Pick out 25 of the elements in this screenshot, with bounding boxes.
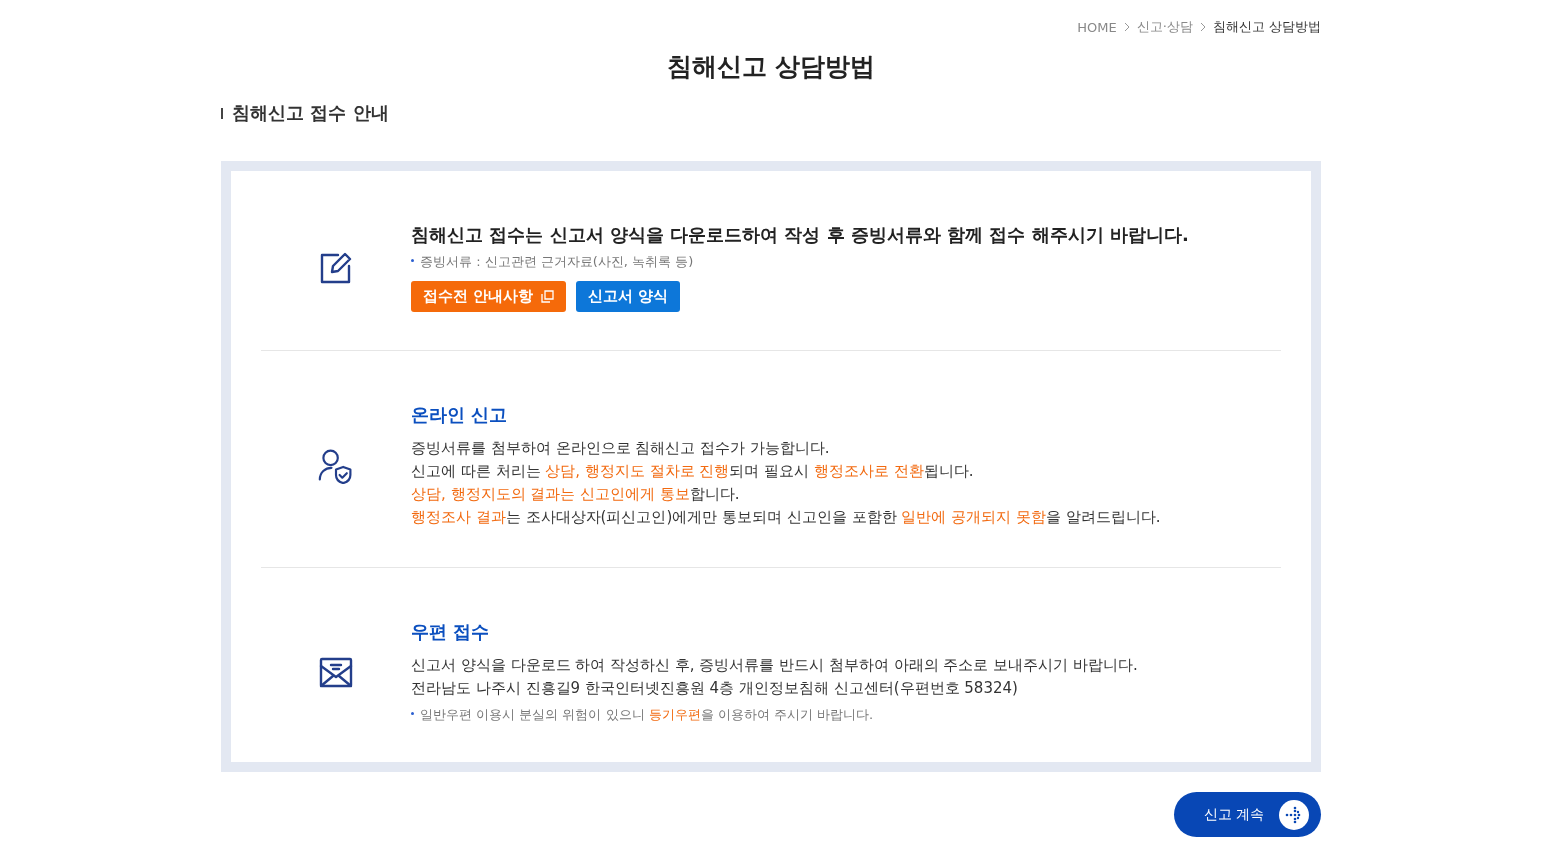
user-shield-icon — [318, 448, 354, 484]
download-button[interactable]: 신고서 양식 — [576, 281, 681, 312]
description-line: 행정조사 결과는 조사대상자(피신고인)에게만 통보되며 신고인을 포함한 일반에 공개되지 못함을 알려드립니다. — [411, 507, 1162, 528]
breadcrumb-link[interactable]: 신고·상담 — [1136, 18, 1193, 36]
note-text: 일반우편 이용시 분실의 위험이 있으니 등기우편을 이용하여 주시기 바랍니다. — [420, 706, 874, 724]
section-title: 침해신고 접수 안내 — [232, 101, 389, 125]
page-title: 침해신고 상담방법 — [665, 51, 877, 83]
continue-button[interactable]: 신고 계속 — [1174, 792, 1321, 837]
description-line: 상담, 행정지도의 결과는 신고인에게 통보합니다. — [411, 484, 741, 505]
breadcrumb-link[interactable]: 침해신고 상담방법 — [1212, 18, 1321, 36]
notice-heading: 침해신고 접수는 신고서 양식을 다운로드하여 작성 후 증빙서류와 함께 접수 해주시기 바랍니다. — [411, 223, 1190, 247]
bullet-icon — [411, 712, 414, 715]
new-window-icon — [541, 290, 555, 303]
notice-button[interactable]: 접수전 안내사항 — [411, 281, 567, 312]
note-text: 증빙서류 : 신고관련 근거자료(사진, 녹취록 등) — [420, 253, 694, 271]
description-line: 신고서 양식을 다운로드 하여 작성하신 후, 증빙서류를 반드시 첨부하여 아래의 주소로 보내주시기 바랍니다. — [411, 655, 1139, 676]
chevron-icon — [1198, 22, 1207, 32]
method-heading: 온라인 신고 — [411, 403, 509, 427]
description-line: 신고에 따른 처리는 상담, 행정지도 절차로 진행되며 필요시 행정조사로 전환됩니다. — [411, 461, 975, 482]
chevron-icon — [1122, 22, 1131, 32]
description-line: 증빙서류를 첨부하여 온라인으로 침해신고 접수가 가능합니다. — [411, 438, 831, 459]
description-line: 전라남도 나주시 진흥길9 한국인터넷진흥원 4층 개인정보침해 신고센터(우편번호 58324) — [411, 678, 1019, 699]
bullet-icon — [411, 259, 414, 262]
method-heading: 우편 접수 — [411, 620, 491, 644]
breadcrumb-link[interactable]: HOME — [1077, 19, 1117, 35]
